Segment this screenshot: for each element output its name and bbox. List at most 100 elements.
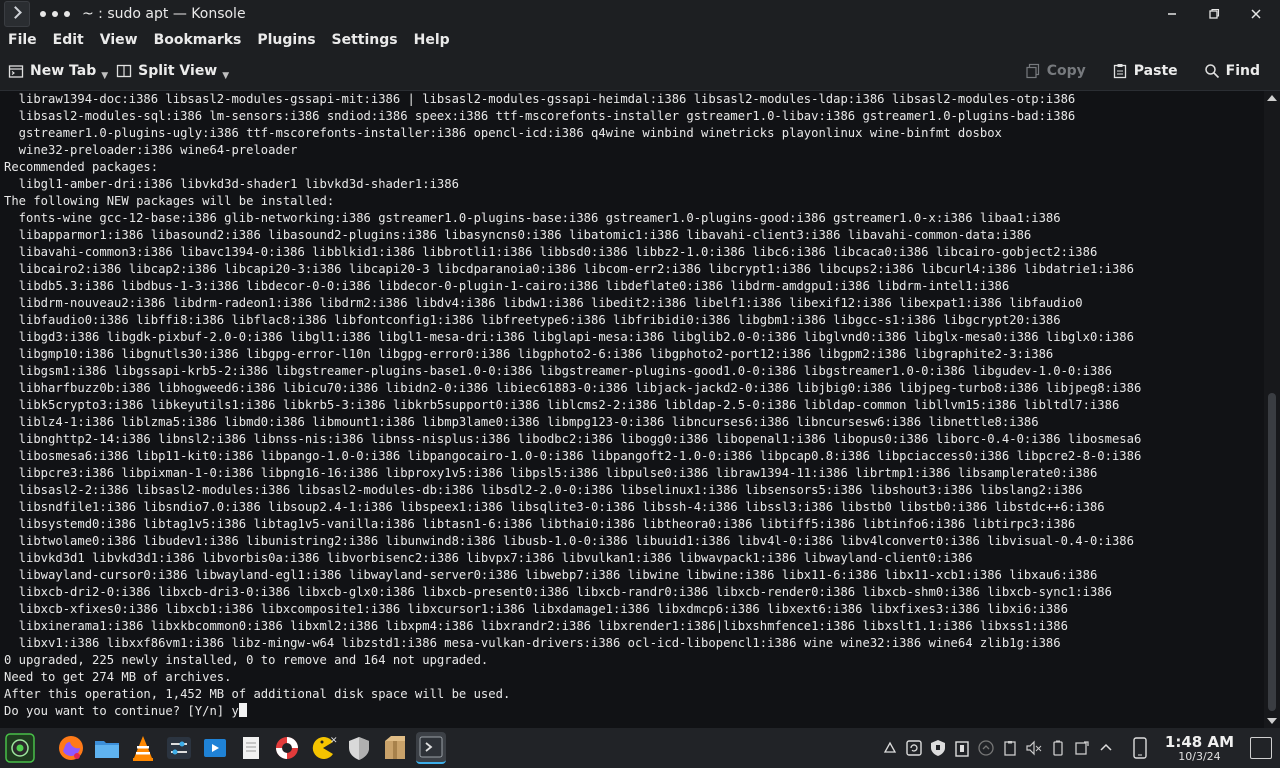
- close-icon: [1251, 9, 1261, 19]
- terminal-line: libxcb-dri2-0:i386 libxcb-dri3-0:i386 li…: [4, 585, 1112, 599]
- menu-help[interactable]: Help: [406, 32, 458, 48]
- terminal-line: libk5crypto3:i386 libkeyutils1:i386 libk…: [4, 398, 1120, 412]
- firefox-button[interactable]: [56, 733, 86, 763]
- update-icon[interactable]: [905, 739, 923, 757]
- shield-tray-icon[interactable]: [929, 739, 947, 757]
- vlc-button[interactable]: [128, 733, 158, 763]
- clipboard-tray-icon[interactable]: [953, 739, 971, 757]
- terminal-line: libgmp10:i386 libgnutls30:i386 libgpg-er…: [4, 347, 1054, 361]
- new-tab-label: New Tab: [30, 63, 97, 79]
- split-view-button[interactable]: Split View: [108, 63, 225, 79]
- menu-plugins[interactable]: Plugins: [249, 32, 323, 48]
- upload-icon[interactable]: [977, 739, 995, 757]
- package-icon: [385, 736, 405, 759]
- dot-icon: [64, 11, 70, 17]
- terminal-line: fonts-wine gcc-12-base:i386 glib-network…: [4, 211, 1061, 225]
- menu-file[interactable]: File: [0, 32, 45, 48]
- clock[interactable]: 1:48 AM 10/3/24: [1165, 734, 1234, 763]
- chevron-down-icon[interactable]: ▼: [222, 71, 229, 81]
- svg-text:✕: ✕: [330, 736, 337, 746]
- toolbar-right-group: Copy Paste Find: [1017, 52, 1268, 90]
- menu-settings[interactable]: Settings: [324, 32, 406, 48]
- new-tab-button[interactable]: New Tab: [0, 63, 104, 79]
- terminal-line: After this operation, 1,452 MB of additi…: [4, 687, 511, 701]
- menu-edit[interactable]: Edit: [45, 32, 92, 48]
- archive-button[interactable]: [380, 733, 410, 763]
- terminal-line: Recommended packages:: [4, 160, 159, 174]
- terminal-line: libsystemd0:i386 libtag1v5:i386 libtag1v…: [4, 517, 1076, 531]
- find-button[interactable]: Find: [1196, 63, 1268, 79]
- kde-connect-icon[interactable]: [1073, 739, 1091, 757]
- launcher-button[interactable]: [5, 733, 35, 763]
- chevron-down-icon[interactable]: ▼: [101, 71, 108, 81]
- system-tray: 1:48 AM 10/3/24: [881, 728, 1280, 768]
- clipboard-icon[interactable]: [1001, 739, 1019, 757]
- files-button[interactable]: [92, 733, 122, 763]
- window-title: ~ : sudo apt — Konsole: [82, 6, 246, 22]
- konsole-taskbar-button[interactable]: [416, 732, 446, 764]
- notification-icon[interactable]: [881, 739, 899, 757]
- terminal-line: libgd3:i386 libgdk-pixbuf-2.0-0:i386 lib…: [4, 330, 1134, 344]
- settings-button[interactable]: [164, 733, 194, 763]
- paste-label: Paste: [1133, 63, 1178, 79]
- terminal-scrollbar[interactable]: [1264, 91, 1280, 728]
- close-button[interactable]: [1246, 4, 1266, 24]
- volume-muted-icon[interactable]: [1025, 739, 1043, 757]
- clock-date: 10/3/24: [1178, 749, 1221, 763]
- menu-view[interactable]: View: [92, 32, 146, 48]
- terminal-line: libdb5.3:i386 libdbus-1-3:i386 libdecor-…: [4, 279, 1010, 293]
- terminal-line: libnghttp2-14:i386 libnsl2:i386 libnss-n…: [4, 432, 1142, 446]
- restore-icon: [1209, 8, 1220, 19]
- terminal-line: libavahi-common3:i386 libavc1394-0:i386 …: [4, 245, 1098, 259]
- window-menu-dots[interactable]: [40, 11, 70, 17]
- terminal-line: gstreamer1.0-plugins-ugly:i386 ttf-mscor…: [4, 126, 1002, 140]
- terminal-line: Need to get 274 MB of archives.: [4, 670, 232, 684]
- terminal-line: libwayland-cursor0:i386 libwayland-egl1:…: [4, 568, 1098, 582]
- lifebuoy-icon: [276, 737, 298, 759]
- menu-bookmarks[interactable]: Bookmarks: [146, 32, 250, 48]
- minimize-button[interactable]: [1162, 4, 1182, 24]
- terminal-line: libraw1394-doc:i386 libsasl2-modules-gss…: [4, 92, 1076, 106]
- show-desktop-icon[interactable]: [1250, 737, 1272, 759]
- sliders-icon: [167, 737, 191, 759]
- dot-icon: [52, 11, 58, 17]
- terminal-line: libxcb-xfixes0:i386 libxcb1:i386 libxcom…: [4, 602, 1068, 616]
- pacman-icon: ✕: [312, 736, 337, 759]
- battery-icon[interactable]: [1049, 739, 1067, 757]
- new-tab-icon: [8, 65, 24, 78]
- split-view-label: Split View: [138, 63, 218, 79]
- game-button[interactable]: ✕: [308, 733, 338, 763]
- maximize-button[interactable]: [1204, 4, 1224, 24]
- terminal-line: libfaudio0:i386 libffi8:i386 libflac8:i3…: [4, 313, 1061, 327]
- menu-bar: File Edit View Bookmarks Plugins Setting…: [0, 28, 1280, 52]
- konsole-app-icon[interactable]: [4, 1, 30, 27]
- folder-icon: [95, 741, 119, 758]
- text-cursor: [238, 703, 247, 717]
- terminal-prompt-line: Do you want to continue? [Y/n] y: [0, 703, 1264, 720]
- terminal-line: libxv1:i386 libxxf86vm1:i386 libz-mingw-…: [4, 636, 1061, 650]
- terminal-output[interactable]: libraw1394-doc:i386 libsasl2-modules-gss…: [0, 91, 1264, 728]
- copy-button[interactable]: Copy: [1017, 63, 1094, 79]
- terminal-line: 0 upgraded, 225 newly installed, 0 to re…: [4, 653, 489, 667]
- terminal-prompt: Do you want to continue? [Y/n] y: [4, 704, 239, 718]
- help-button[interactable]: [272, 733, 302, 763]
- terminal-icon: [419, 736, 443, 758]
- scrollbar-thumb[interactable]: [1268, 393, 1276, 711]
- software-button[interactable]: [200, 733, 230, 763]
- copy-label: Copy: [1046, 63, 1086, 79]
- scroll-up-icon[interactable]: [1267, 95, 1277, 101]
- terminal-line: liblz4-1:i386 liblzma5:i386 libmd0:i386 …: [4, 415, 1039, 429]
- scroll-down-icon[interactable]: [1267, 718, 1277, 724]
- terminal-line: libharfbuzz0b:i386 libhogweed6:i386 libi…: [4, 381, 1142, 395]
- security-button[interactable]: [344, 733, 374, 763]
- tray-expand-icon[interactable]: [1097, 739, 1115, 757]
- terminal-line: libdrm-nouveau2:i386 libdrm-radeon1:i386…: [4, 296, 1083, 310]
- terminal-line: libcairo2:i386 libcap2:i386 libcapi20-3:…: [4, 262, 1134, 276]
- terminal-line: libtwolame0:i386 libudev1:i386 libunistr…: [4, 534, 1134, 548]
- phone-icon[interactable]: [1131, 737, 1149, 759]
- paste-button[interactable]: Paste: [1104, 63, 1186, 79]
- find-label: Find: [1225, 63, 1260, 79]
- copy-icon: [1026, 63, 1039, 79]
- terminal-line: libxinerama1:i386 libxkbcommon0:i386 lib…: [4, 619, 1068, 633]
- text-editor-button[interactable]: [236, 733, 266, 763]
